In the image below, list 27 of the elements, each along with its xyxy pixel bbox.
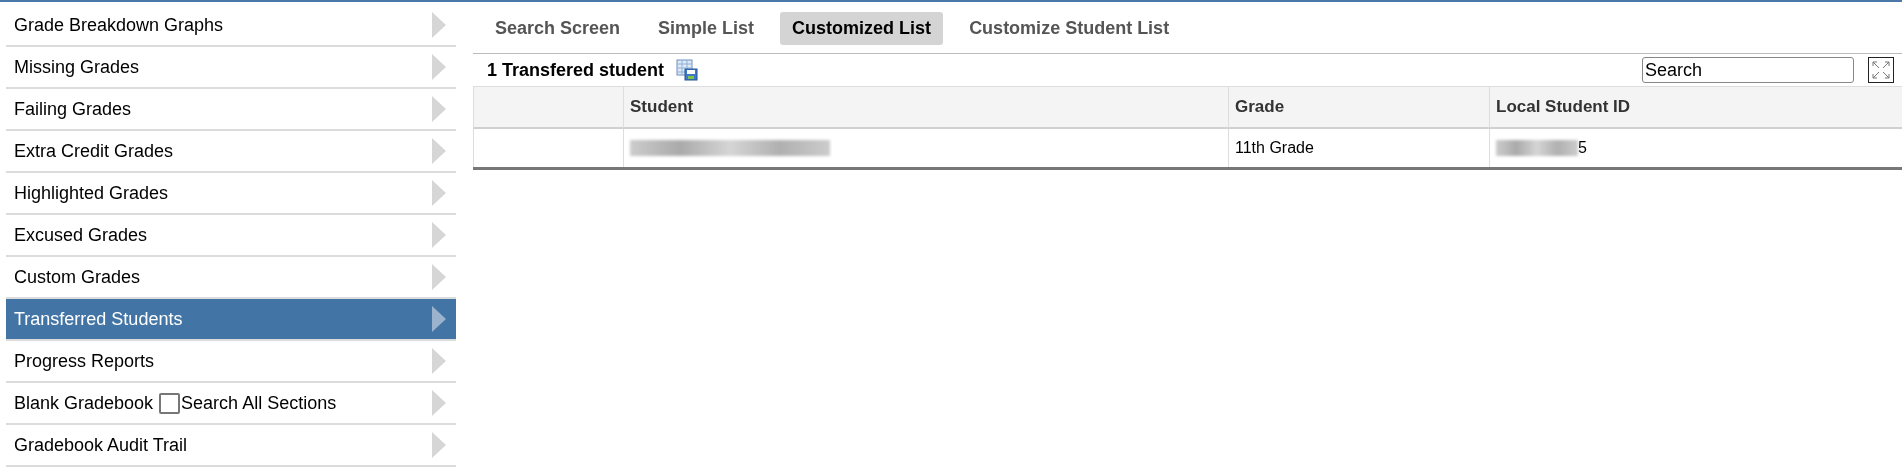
tab[interactable]: Simple List	[646, 12, 767, 45]
list-title: 1 Transfered student	[487, 59, 665, 81]
arrow-icon	[432, 12, 446, 38]
column-header[interactable]: Local Student ID	[1489, 86, 1902, 129]
search-field[interactable]: Search	[1642, 57, 1854, 83]
arrow-icon	[432, 390, 446, 416]
arrow-icon	[432, 138, 446, 164]
arrow-icon	[432, 180, 446, 206]
arrow-icon	[432, 54, 446, 80]
arrow-icon	[432, 222, 446, 248]
table-cell: 5	[1578, 139, 1587, 157]
tab[interactable]: Customized List	[780, 12, 944, 45]
arrow-icon	[432, 306, 446, 332]
checkbox[interactable]	[159, 392, 181, 414]
column-header[interactable]: Student	[623, 86, 1228, 129]
arrow-icon	[432, 96, 446, 122]
column-header[interactable]: Grade	[1228, 86, 1489, 129]
checkbox-label: Search All Sections	[181, 392, 337, 414]
table-cell: 11th Grade	[1228, 129, 1489, 167]
tab[interactable]: Customize Student List	[957, 12, 1182, 45]
sidebar-item[interactable]: Transferred Students	[6, 299, 456, 341]
tab[interactable]: Search Screen	[483, 12, 633, 45]
arrow-icon	[432, 348, 446, 374]
spreadsheet-save-icon[interactable]	[676, 59, 699, 81]
arrow-icon	[432, 264, 446, 290]
expand-icon[interactable]	[1868, 57, 1894, 83]
arrow-icon	[432, 432, 446, 458]
